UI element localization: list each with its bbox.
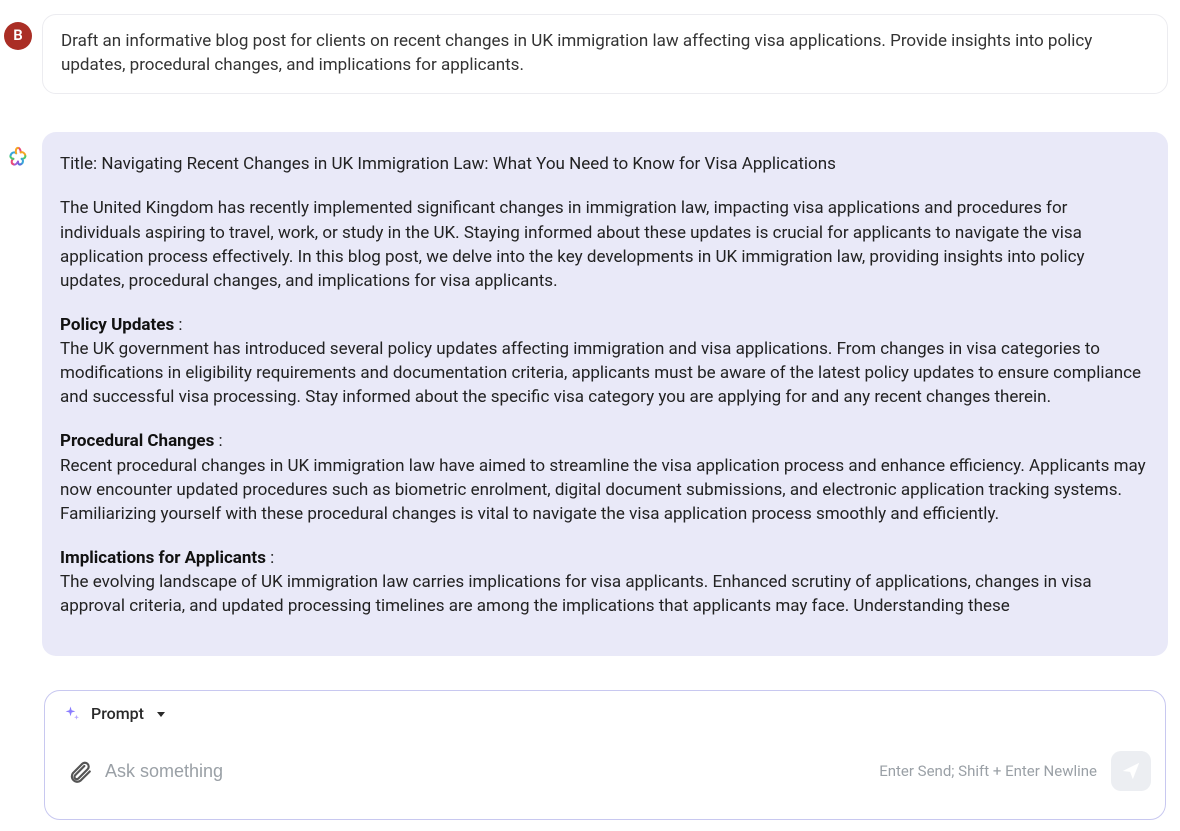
assistant-message-row: Title: Navigating Recent Changes in UK I… (0, 132, 1180, 656)
section-colon: : (214, 431, 222, 451)
section-heading-procedural: Procedural Changes (60, 431, 214, 451)
assistant-title: Title: Navigating Recent Changes in UK I… (60, 152, 1150, 176)
section-body-procedural: Recent procedural changes in UK immigrat… (60, 456, 1146, 524)
section-body-implications: The evolving landscape of UK immigration… (60, 572, 1092, 616)
chat-scroll-area[interactable]: B Draft an informative blog post for cli… (0, 0, 1180, 659)
assistant-intro: The United Kingdom has recently implemen… (60, 196, 1150, 293)
section-colon: : (174, 315, 182, 335)
input-bar: Prompt Enter Send; Shift + Enter Newline (44, 690, 1166, 820)
section-procedural: Procedural Changes : Recent procedural c… (60, 429, 1150, 526)
user-avatar: B (4, 22, 32, 50)
send-button[interactable] (1111, 751, 1151, 791)
assistant-message-bubble: Title: Navigating Recent Changes in UK I… (42, 132, 1168, 656)
user-message-bubble: Draft an informative blog post for clien… (42, 14, 1168, 94)
prompt-label: Prompt (91, 703, 144, 726)
section-heading-implications: Implications for Applicants (60, 548, 266, 568)
attachment-icon[interactable] (67, 759, 91, 783)
user-message-text: Draft an informative blog post for clien… (61, 31, 1092, 75)
input-row: Enter Send; Shift + Enter Newline (45, 732, 1165, 819)
send-icon (1120, 760, 1142, 782)
input-hint: Enter Send; Shift + Enter Newline (879, 761, 1097, 782)
section-colon: : (266, 548, 274, 568)
chevron-down-icon (157, 712, 165, 717)
user-message-row: B Draft an informative blog post for cli… (0, 14, 1180, 94)
sparkle-icon (63, 705, 81, 723)
section-policy: Policy Updates : The UK government has i… (60, 313, 1150, 410)
section-body-policy: The UK government has introduced several… (60, 339, 1141, 407)
assistant-logo-icon (7, 146, 29, 168)
chat-input[interactable] (105, 761, 865, 782)
section-heading-policy: Policy Updates (60, 315, 174, 335)
prompt-mode-selector[interactable]: Prompt (45, 691, 1165, 732)
section-implications: Implications for Applicants : The evolvi… (60, 546, 1150, 618)
assistant-avatar (7, 146, 29, 168)
